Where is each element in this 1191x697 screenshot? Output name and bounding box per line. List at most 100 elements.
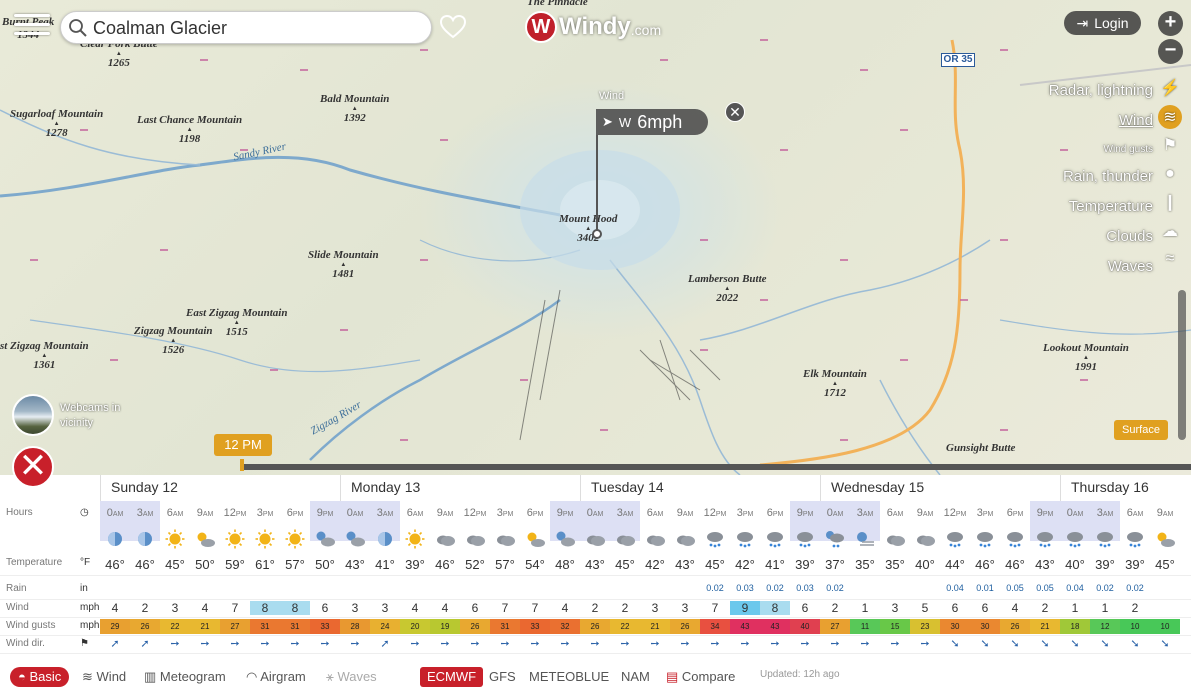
wind-popup[interactable]: ➤ W 6mph xyxy=(596,109,708,135)
waves-icon[interactable]: ≈ xyxy=(1158,247,1182,271)
surface-level-button[interactable]: Surface xyxy=(1114,420,1168,440)
model-ecmwf[interactable]: ECMWF xyxy=(420,667,484,687)
forecast-wind-cell: 1 xyxy=(1101,601,1109,615)
model-nam[interactable]: NAM xyxy=(621,667,650,687)
forecast-temp-cell: 57° xyxy=(285,557,305,572)
forecast-temp-cell: 61° xyxy=(255,557,275,572)
forecast-gust-cell: 22 xyxy=(610,619,640,634)
radar-icon[interactable]: ⚡ xyxy=(1158,76,1182,100)
forecast-wind-cell: 9 xyxy=(730,601,760,615)
forecast-gust-cell: 26 xyxy=(670,619,700,634)
webcam-thumbnail[interactable] xyxy=(12,394,54,436)
rain-weather-icon xyxy=(760,529,790,554)
peak-label: The Pinnacle xyxy=(527,0,588,8)
search-box[interactable] xyxy=(60,11,432,44)
timeline-handle[interactable] xyxy=(240,459,244,471)
layer-scrollbar[interactable] xyxy=(1178,290,1186,440)
forecast-wind-cell: 3 xyxy=(381,601,389,615)
forecast-temp-cell: 45° xyxy=(705,557,725,572)
location-pin[interactable] xyxy=(592,229,602,239)
forecast-temp-cell: 45° xyxy=(1155,557,1175,572)
forecast-wind-cell: 4 xyxy=(441,601,449,615)
day-label: Sunday 12 xyxy=(100,475,340,501)
model-gfs[interactable]: GFS xyxy=(489,667,516,687)
rain-weather-icon xyxy=(1060,529,1090,554)
forecast-rain-cell: 0.02 xyxy=(826,583,844,593)
row-divider xyxy=(0,635,1191,636)
model-meteoblue[interactable]: METEOBLUE xyxy=(529,667,609,687)
wind-popup-label: Wind xyxy=(599,90,625,102)
forecast-wind-cell: 4 xyxy=(111,601,119,615)
tab-airgram[interactable]: ◠ Airgram xyxy=(246,667,306,687)
webcam-label[interactable]: Webcams in vicinity xyxy=(60,401,120,431)
compare-button[interactable]: ▤ Compare xyxy=(666,667,735,687)
tab-basic[interactable]: ◓ Basic xyxy=(10,667,70,687)
forecast-wind-direction-icon: ➙ xyxy=(800,638,810,650)
layer-rain[interactable]: Rain, thunder xyxy=(1049,166,1153,196)
forecast-wind-direction-icon: ➙ xyxy=(260,638,270,650)
peak-label: Zigzag Mountain ▲ 1526 xyxy=(134,325,213,356)
zoom-in-button[interactable]: + xyxy=(1158,11,1183,36)
thermometer-icon[interactable]: ❙ xyxy=(1158,190,1182,214)
rain-weather-icon xyxy=(700,529,730,554)
sun-weather-icon xyxy=(250,529,280,554)
tab-waves[interactable]: ⚹ Waves xyxy=(326,667,377,687)
close-forecast-button[interactable]: ✕ xyxy=(12,446,54,488)
peak-label: Lamberson Butte ▲ 2022 xyxy=(688,273,767,304)
forecast-temp-cell: 43° xyxy=(675,557,695,572)
forecast-hour-cell: 3PM xyxy=(976,507,994,519)
cloud-weather-icon xyxy=(910,529,940,554)
timeline-bar[interactable] xyxy=(240,464,1191,470)
forecast-wind-cell: 3 xyxy=(351,601,359,615)
timeline-time-badge[interactable]: 12 PM xyxy=(214,434,272,456)
layer-clouds[interactable]: Clouds xyxy=(1049,226,1153,256)
forecast-wind-direction-icon: ➙ xyxy=(890,638,900,650)
moon-weather-icon xyxy=(370,529,400,554)
layer-waves[interactable]: Waves xyxy=(1049,256,1153,286)
forecast-gust-cell: 32 xyxy=(550,619,580,634)
peak-label: Last Chance Mountain ▲ 1198 xyxy=(137,114,243,145)
tab-wind[interactable]: ≋ Wind xyxy=(82,667,126,687)
compare-icon: ▤ xyxy=(666,669,679,684)
forecast-wind-direction-icon: ➘ xyxy=(1040,638,1050,650)
search-input[interactable] xyxy=(93,16,423,40)
tab-meteogram[interactable]: ▥ Meteogram xyxy=(144,667,226,687)
forecast-hour-cell: 12PM xyxy=(463,507,487,519)
peak-label: st Zigzag Mountain ▲ 1361 xyxy=(0,340,89,371)
map[interactable]: The Pinnacle Burnt Peak 1344 Clear Fork B… xyxy=(0,0,1191,475)
forecast-hour-cell: 0AM xyxy=(826,507,844,519)
cloud-icon[interactable]: ☁ xyxy=(1158,219,1182,243)
layer-wind-gusts[interactable]: Wind gusts xyxy=(1049,140,1153,166)
layer-radar[interactable]: Radar, lightning xyxy=(1049,80,1153,110)
cloud-weather-icon xyxy=(880,529,910,554)
rain-drop-icon[interactable]: ● xyxy=(1158,162,1182,186)
layer-icon-column: ⚡ ≋ ⚑ ● ❙ ☁ ≈ xyxy=(1158,76,1184,276)
forecast-wind-direction-icon: ➙ xyxy=(170,638,180,650)
row-divider xyxy=(0,653,1191,654)
forecast-gust-cell: 21 xyxy=(190,619,220,634)
wind-icon[interactable]: ≋ xyxy=(1158,104,1182,129)
login-button[interactable]: ⇥ Login xyxy=(1064,11,1141,35)
forecast-wind-cell: 3 xyxy=(651,601,659,615)
day-label: Wednesday 15 xyxy=(820,475,1060,501)
layer-wind[interactable]: Wind xyxy=(1049,110,1153,140)
close-popup-icon[interactable]: ✕ xyxy=(725,102,745,122)
forecast-temp-cell: 50° xyxy=(195,557,215,572)
logo-text: Windy xyxy=(559,13,631,40)
favorite-heart-icon[interactable] xyxy=(440,15,466,39)
zoom-out-button[interactable]: − xyxy=(1158,39,1183,64)
sun-weather-icon xyxy=(160,529,190,554)
forecast-gust-cell: 26 xyxy=(580,619,610,634)
windy-logo[interactable]: W Windy .com xyxy=(525,10,661,44)
forecast-wind-direction-icon: ➘ xyxy=(1070,638,1080,650)
wind-gust-flag-icon[interactable]: ⚑ xyxy=(1158,133,1182,157)
forecast-wind-direction-icon: ➙ xyxy=(350,638,360,650)
layer-temperature[interactable]: Temperature xyxy=(1049,196,1153,226)
forecast-temp-cell: 42° xyxy=(735,557,755,572)
forecast-temp-cell: 57° xyxy=(495,557,515,572)
forecast-temp-cell: 39° xyxy=(1125,557,1145,572)
forecast-wind-cell: 6 xyxy=(471,601,479,615)
forecast-temp-cell: 45° xyxy=(165,557,185,572)
menu-icon[interactable] xyxy=(14,14,50,40)
cloud-weather-icon xyxy=(670,529,700,554)
